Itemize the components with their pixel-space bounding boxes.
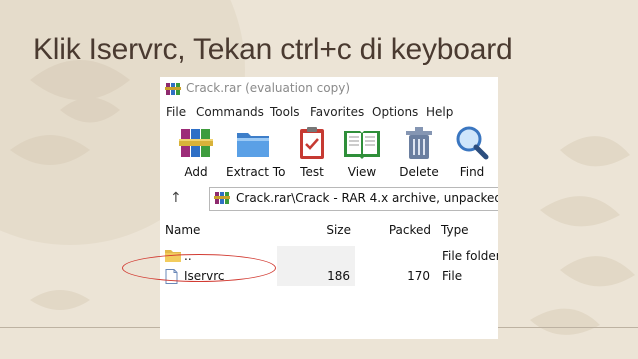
test-label: Test [300, 165, 324, 179]
window-title: Crack.rar (evaluation copy) [186, 81, 351, 95]
file-type: File [442, 269, 463, 283]
winrar-window: Crack.rar (evaluation copy) File Command… [160, 77, 498, 339]
folder-icon [237, 133, 269, 157]
winrar-app-icon [165, 83, 181, 95]
view-button[interactable]: View [340, 125, 384, 179]
column-header: Name Size Packed Type [160, 215, 498, 245]
delete-label: Delete [399, 165, 439, 179]
path-text: Crack.rar\Crack - RAR 4.x archive, unpac… [236, 191, 498, 205]
file-size: 186 [327, 269, 350, 283]
column-packed[interactable]: Packed [356, 215, 435, 245]
title-bar: Crack.rar (evaluation copy) [160, 77, 498, 101]
path-field[interactable]: Crack.rar\Crack - RAR 4.x archive, unpac… [209, 187, 498, 211]
address-bar: ↑ Crack.rar\Crack - RAR 4.x archive, unp… [160, 187, 498, 211]
find-button[interactable]: Find [452, 125, 492, 179]
column-size[interactable]: Size [277, 215, 355, 245]
file-type: File folder [442, 249, 498, 263]
column-name[interactable]: Name [160, 215, 276, 245]
slide-title: Klik Iservrc, Tekan ctrl+c di keyboard [33, 33, 513, 66]
menu-help[interactable]: Help [426, 105, 453, 119]
magnifier-icon [456, 126, 489, 160]
books-icon [179, 129, 213, 157]
archive-icon [214, 192, 230, 204]
add-label: Add [184, 165, 208, 179]
menu-bar: File Commands Tools Favorites Options He… [160, 103, 498, 121]
test-button[interactable]: Test [292, 125, 332, 179]
view-label: View [347, 165, 377, 179]
clipboard-check-icon [300, 127, 324, 159]
add-button[interactable]: Add [174, 125, 218, 179]
find-label: Find [459, 165, 485, 179]
menu-tools[interactable]: Tools [270, 105, 300, 119]
delete-button[interactable]: Delete [396, 125, 442, 179]
column-type[interactable]: Type [436, 215, 498, 245]
menu-favorites[interactable]: Favorites [310, 105, 364, 119]
menu-options[interactable]: Options [372, 105, 418, 119]
menu-commands[interactable]: Commands [196, 105, 264, 119]
up-arrow-icon[interactable]: ↑ [170, 190, 182, 206]
highlight-ellipse [122, 254, 276, 282]
extract-to-button[interactable]: Extract To [226, 125, 286, 179]
extract-to-label: Extract To [226, 165, 286, 179]
open-book-icon [344, 131, 380, 159]
menu-file[interactable]: File [166, 105, 186, 119]
toolbar: Add Extract To Test View Delete Find [160, 125, 498, 185]
file-packed: 170 [407, 269, 430, 283]
trash-icon [406, 127, 432, 159]
